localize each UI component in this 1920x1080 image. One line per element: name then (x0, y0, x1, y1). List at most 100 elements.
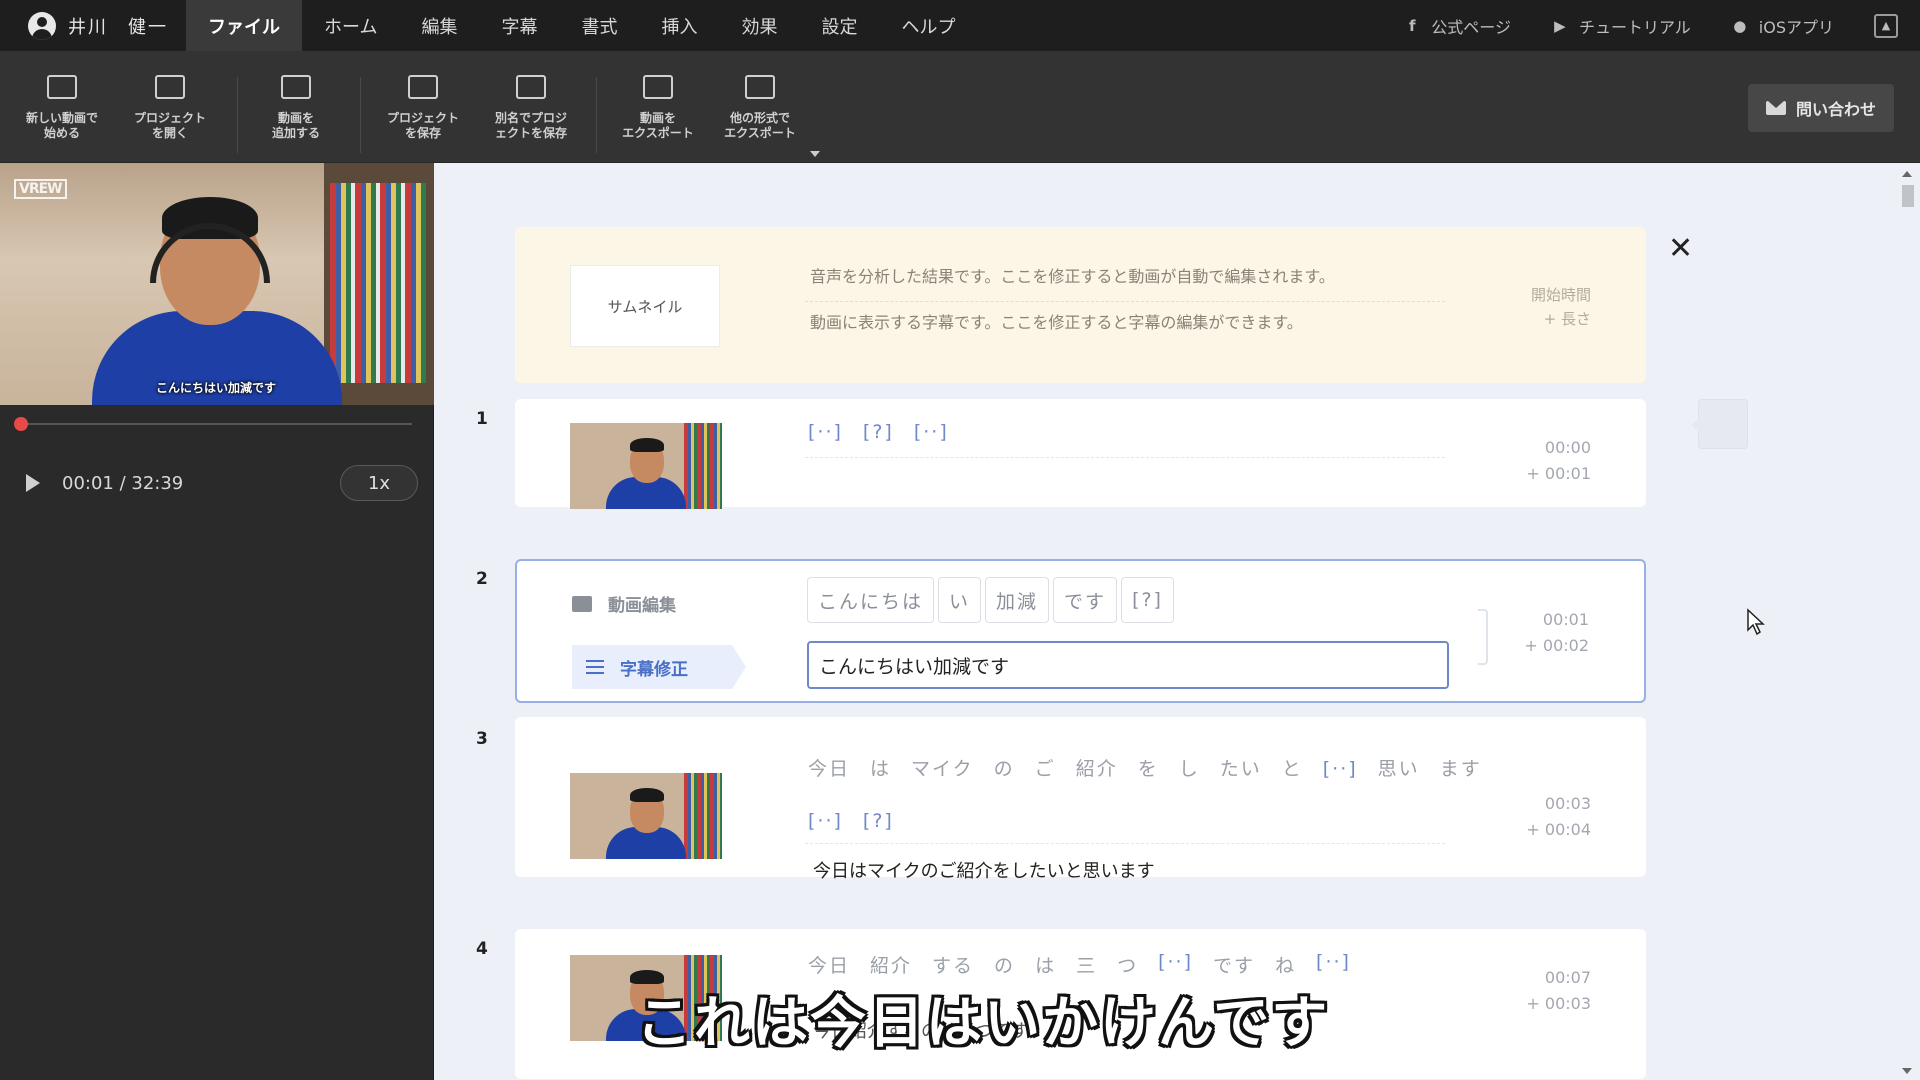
video-preview[interactable]: VREW こんにちはい加減です (0, 163, 434, 405)
transcript-row[interactable]: [··] [?] [··] 00:00 + 00:01 (515, 399, 1646, 509)
word-token[interactable]: つ (1117, 951, 1138, 978)
word-token[interactable]: [··] (914, 421, 949, 443)
word-token[interactable]: ご (1035, 743, 1056, 795)
word-list: 今日 紹介 する の は 三 つ [··] です ね [··] (808, 951, 1488, 978)
clapperboard-icon (155, 75, 185, 99)
clip-thumbnail (570, 773, 722, 859)
word-token[interactable]: の (994, 951, 1015, 978)
word-token[interactable]: です (1213, 951, 1255, 978)
toolbar: 新しい動画で 始める プロジェクト を開く 動画を 追加する プロジェクト を保… (0, 51, 1920, 163)
menu-home[interactable]: ホーム (302, 0, 399, 51)
row-number: 1 (476, 409, 488, 429)
save-as-icon (516, 75, 546, 99)
add-box-icon (281, 75, 311, 99)
subtitle-text[interactable]: 今日はマイクのご紹介をしたいと思います (813, 857, 1155, 883)
word-token[interactable]: ます (1440, 743, 1482, 795)
menu-bar: 井川 健一 ファイル ホーム 編集 字幕 書式 挿入 効果 設定 ヘルプ f 公… (0, 0, 1920, 51)
word-token[interactable]: の (994, 743, 1015, 795)
speed-button[interactable]: 1x (340, 465, 418, 501)
close-icon[interactable]: ✕ (1668, 231, 1693, 266)
row-divider (805, 843, 1445, 844)
menu-help[interactable]: ヘルプ (879, 0, 977, 51)
subtitle-input[interactable]: こんにちはい加減です (807, 641, 1449, 689)
scrollbar[interactable] (1894, 163, 1920, 1080)
books (330, 183, 426, 383)
menu-file[interactable]: ファイル (186, 0, 302, 51)
transcript-row[interactable]: 今日 は マイク の ご 紹介 を し たい と [··] 思い ます [··]… (515, 717, 1646, 882)
export-other-button[interactable]: 他の形式で エクスポート (705, 75, 815, 141)
word-token[interactable]: を (1138, 743, 1159, 795)
word-list: 今日 は マイク の ご 紹介 を し たい と [··] 思い ます [··]… (808, 743, 1488, 847)
user-account[interactable]: 井川 健一 (0, 0, 186, 51)
word-token[interactable]: [?] (863, 421, 894, 443)
row-timing: 00:03 + 00:04 (1526, 794, 1591, 839)
word-token[interactable]: は (1035, 951, 1056, 978)
scroll-thumb[interactable] (1902, 185, 1914, 207)
playback-progress[interactable] (14, 417, 412, 431)
menu-format[interactable]: 書式 (559, 0, 639, 51)
word-token[interactable]: たい (1220, 743, 1262, 795)
word-token[interactable]: [··] (1323, 743, 1358, 795)
play-icon[interactable] (26, 474, 40, 492)
word-token[interactable]: は (870, 743, 891, 795)
ios-app-link[interactable]: ● iOSアプリ (1731, 14, 1834, 38)
player-panel: VREW こんにちはい加減です 00:01 / 32:39 1x (0, 163, 434, 1080)
progress-handle[interactable] (14, 417, 29, 431)
save-project-button[interactable]: プロジェクト を保存 (368, 75, 478, 141)
legend-timing: 開始時間 + 長さ (1530, 286, 1591, 328)
chevron-down-icon[interactable] (810, 151, 820, 157)
row-number: 3 (476, 729, 488, 749)
word-token[interactable]: と (1282, 743, 1303, 795)
word-token[interactable]: [··] (1316, 951, 1351, 978)
legend-subtitle-text: 動画に表示する字幕です。ここを修正すると字幕の編集ができます。 (810, 313, 1303, 332)
download-icon (408, 75, 438, 99)
word-chip[interactable]: [?] (1121, 577, 1174, 623)
thumbnail-label[interactable]: サムネイル (570, 265, 720, 347)
word-token[interactable]: [··] (808, 421, 843, 443)
export-format-icon (745, 75, 775, 99)
word-chip[interactable]: こんにちは (807, 577, 935, 623)
clapperboard-icon (572, 595, 592, 612)
overlay-caption: これは今日はいかけんです (636, 991, 1330, 1056)
open-project-button[interactable]: プロジェクト を開く (115, 75, 225, 141)
word-token[interactable]: 紹介 (870, 951, 912, 978)
official-page-link[interactable]: f 公式ページ (1403, 14, 1511, 38)
word-token[interactable]: 今日 (808, 951, 850, 978)
video-edit-mode[interactable]: 動画編集 (572, 591, 676, 616)
contact-button[interactable]: 問い合わせ (1748, 84, 1894, 132)
tutorial-link[interactable]: ▶ チュートリアル (1551, 14, 1691, 38)
word-token[interactable]: 紹介 (1076, 743, 1118, 795)
subtitle-edit-mode[interactable]: 字幕修正 (572, 645, 746, 689)
word-token[interactable]: 思い (1378, 743, 1420, 795)
word-chip[interactable]: です (1053, 577, 1118, 623)
export-video-button[interactable]: 動画を エクスポート (603, 75, 713, 141)
legend-card: サムネイル 音声を分析した結果です。ここを修正すると動画が自動で編集されます。 … (515, 227, 1646, 383)
word-chip[interactable]: 加減 (985, 577, 1050, 623)
word-token[interactable]: マイク (911, 743, 974, 795)
collapse-toolbar-icon[interactable]: ▲ (1874, 13, 1898, 38)
word-token[interactable]: し (1179, 743, 1200, 795)
scroll-up-icon[interactable] (1902, 171, 1912, 177)
word-chip[interactable]: い (938, 577, 982, 623)
menu-effects[interactable]: 効果 (719, 0, 799, 51)
word-token[interactable]: [··] (1158, 951, 1193, 978)
word-token[interactable]: 今日 (808, 743, 850, 795)
menu-settings[interactable]: 設定 (799, 0, 879, 51)
add-video-button[interactable]: 動画を 追加する (241, 75, 351, 141)
transcript-row-selected[interactable]: 動画編集 字幕修正 こんにちは い 加減 です [?] こんにちはい加減です 0… (515, 559, 1646, 703)
row-timing: 00:00 + 00:01 (1526, 438, 1591, 483)
word-token[interactable]: ね (1275, 951, 1296, 978)
new-video-button[interactable]: 新しい動画で 始める (7, 75, 117, 141)
word-token[interactable]: する (932, 951, 974, 978)
transcript-editor: サムネイル 音声を分析した結果です。ここを修正すると動画が自動で編集されます。 … (434, 163, 1920, 1080)
word-token[interactable]: [··] (808, 795, 843, 847)
comment-icon[interactable] (1691, 399, 1748, 449)
menu-insert[interactable]: 挿入 (639, 0, 719, 51)
menu-subtitle[interactable]: 字幕 (479, 0, 559, 51)
word-token[interactable]: [?] (863, 795, 894, 847)
menu-edit[interactable]: 編集 (399, 0, 479, 51)
word-token[interactable]: 三 (1076, 951, 1097, 978)
save-as-button[interactable]: 別名でプロジ ェクトを保存 (476, 75, 586, 141)
link-bracket (1478, 609, 1488, 665)
scroll-down-icon[interactable] (1902, 1068, 1912, 1074)
